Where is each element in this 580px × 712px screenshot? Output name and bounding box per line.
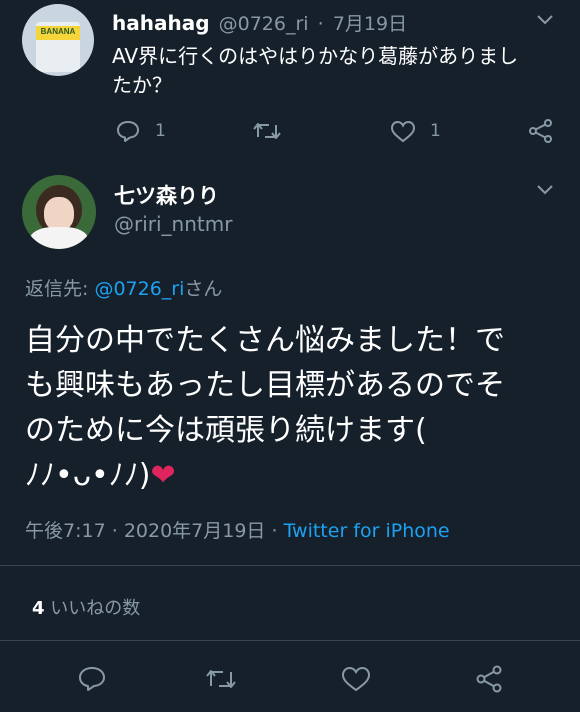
main-tweet-text: 自分の中でたくさん悩みました！で も興味もあったし目標があるのでそ のために今は… bbox=[25, 318, 555, 498]
reply-display-name[interactable]: hahahag bbox=[112, 11, 210, 35]
main-text-line-1: 自分の中でたくさん悩みました！で bbox=[25, 323, 505, 358]
heart-emoji: ❤ bbox=[150, 458, 176, 493]
replying-to: 返信先: @0726_riさん bbox=[25, 274, 222, 301]
meta-separator-2: · bbox=[271, 520, 278, 542]
divider-2 bbox=[0, 640, 580, 641]
avatar-riri[interactable] bbox=[22, 175, 96, 249]
reply-text-line-2: たか？ bbox=[112, 73, 172, 97]
reply-tweet-text: AV界に行くのはやはりかなり葛藤がありまし たか？ bbox=[112, 42, 562, 100]
reply-retweet-icon[interactable] bbox=[253, 121, 281, 141]
tweet-meta: 午後7:17 · 2020年7月19日 · Twitter for iPhone bbox=[25, 516, 450, 543]
reply-handle[interactable]: @0726_ri bbox=[219, 13, 309, 35]
reply-like-icon[interactable] bbox=[390, 120, 416, 144]
reply-chevron-down-icon[interactable] bbox=[536, 14, 554, 26]
tweet-time[interactable]: 午後7:17 bbox=[25, 520, 106, 542]
main-text-line-3: のために今は頑張り続けます( bbox=[25, 413, 427, 448]
likes-summary[interactable]: 4 いいねの数 bbox=[32, 594, 140, 620]
reply-text-line-1: AV界に行くのはやはりかなり葛藤がありまし bbox=[112, 44, 519, 68]
replying-to-suffix: さん bbox=[184, 278, 223, 300]
divider-1 bbox=[0, 565, 580, 566]
reply-share-icon[interactable] bbox=[528, 118, 554, 144]
main-text-line-4: ﾉﾉ•ᴗ•ﾉﾉ) bbox=[25, 458, 151, 493]
replying-to-handle[interactable]: @0726_ri bbox=[94, 278, 184, 300]
main-chevron-down-icon[interactable] bbox=[536, 184, 554, 196]
reply-date-separator: · bbox=[317, 13, 324, 35]
main-share-icon[interactable] bbox=[475, 664, 503, 694]
replying-to-prefix: 返信先: bbox=[25, 278, 95, 300]
main-reply-icon[interactable] bbox=[78, 666, 106, 692]
main-retweet-icon[interactable] bbox=[205, 668, 237, 690]
avatar-hahahag[interactable]: BANANA bbox=[22, 4, 94, 76]
main-display-name[interactable]: 七ツ森りり bbox=[114, 180, 219, 210]
reply-like-count: 1 bbox=[430, 121, 441, 141]
likes-count: 4 bbox=[32, 598, 45, 619]
reply-date[interactable]: 7月19日 bbox=[333, 13, 407, 35]
reply-author-row: hahahag @0726_ri · 7月19日 bbox=[112, 9, 407, 39]
meta-separator-1: · bbox=[111, 520, 118, 542]
reply-comment-count: 1 bbox=[155, 121, 166, 141]
reply-comment-icon[interactable] bbox=[116, 120, 140, 142]
likes-label: いいねの数 bbox=[50, 598, 141, 619]
main-handle[interactable]: @riri_nntmr bbox=[114, 212, 232, 236]
main-text-line-2: も興味もあったし目標があるのでそ bbox=[25, 368, 505, 403]
tweet-date[interactable]: 2020年7月19日 bbox=[124, 520, 266, 542]
main-like-icon[interactable] bbox=[341, 666, 371, 693]
avatar-can-label: BANANA bbox=[40, 27, 76, 36]
tweet-client[interactable]: Twitter for iPhone bbox=[284, 520, 450, 542]
